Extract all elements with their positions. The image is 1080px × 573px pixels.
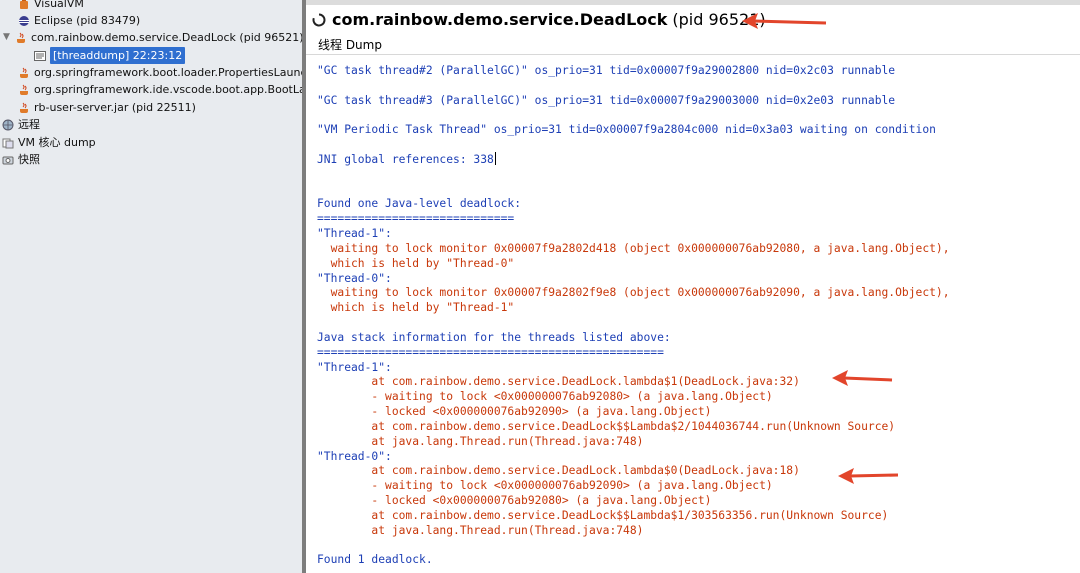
annotation-arrow-icon — [742, 13, 827, 29]
tree-item-label: 快照 — [18, 153, 40, 166]
dump-line: Found one Java-level deadlock: — [317, 197, 522, 210]
tree-item-vscode-boot[interactable]: org.springframework.ide.vscode.boot.app.… — [18, 81, 302, 98]
snapshot-icon — [2, 156, 14, 164]
dump-line: "GC task thread#3 (ParallelGC)" os_prio=… — [317, 94, 896, 107]
dump-line: "GC task thread#2 (ParallelGC)" os_prio=… — [317, 64, 896, 77]
tree-item-label: com.rainbow.demo.service.DeadLock (pid 9… — [31, 31, 302, 44]
thread-dump-text[interactable]: "GC task thread#2 (ParallelGC)" os_prio=… — [306, 56, 1080, 573]
tree-item-rb-user-server[interactable]: rb-user-server.jar (pid 22511) — [18, 99, 196, 116]
java-cup-icon — [17, 32, 25, 43]
tree-item-label: rb-user-server.jar (pid 22511) — [34, 101, 196, 114]
loading-spinner-icon — [312, 13, 326, 27]
tree-item-label: org.springframework.ide.vscode.boot.app.… — [34, 83, 302, 96]
dump-line: at java.lang.Thread.run(Thread.java:748) — [317, 435, 644, 448]
annotation-arrow-icon — [832, 370, 893, 386]
tree-item-properties-launcher[interactable]: org.springframework.boot.loader.Properti… — [18, 64, 302, 81]
tree-item-threaddump[interactable]: [threaddump] 22:23:12 — [34, 47, 186, 64]
expand-toggle-icon[interactable]: ▼ — [3, 29, 15, 46]
remote-host-icon — [2, 119, 14, 130]
dump-line: - waiting to lock <0x000000076ab92090> (… — [317, 479, 773, 492]
dump-line: at com.rainbow.demo.service.DeadLock$$La… — [317, 509, 889, 522]
dump-line: "Thread-0": — [317, 272, 392, 285]
dump-line: at com.rainbow.demo.service.DeadLock.lam… — [317, 375, 800, 388]
dump-line: waiting to lock monitor 0x00007f9a2802d4… — [317, 242, 950, 255]
dump-line: which is held by "Thread-1" — [317, 301, 515, 314]
dump-line: - locked <0x000000076ab92090> (a java.la… — [317, 405, 712, 418]
dump-line: "Thread-0": — [317, 450, 392, 463]
tree-item-label: 远程 — [18, 118, 40, 131]
eclipse-icon — [19, 15, 29, 26]
dump-line: ============================= — [317, 212, 515, 225]
tree-item-label: [threaddump] 22:23:12 — [50, 47, 186, 64]
tree-item-visualvm[interactable]: VisualVM — [18, 0, 84, 12]
thread-dump-panel: com.rainbow.demo.service.DeadLock (pid 9… — [306, 0, 1080, 573]
dump-line: "Thread-1": — [317, 361, 392, 374]
tree-item-snapshot[interactable]: 快照 — [2, 151, 40, 168]
java-cup-icon — [20, 102, 28, 113]
tree-item-label: VisualVM — [34, 0, 84, 10]
document-title: com.rainbow.demo.service.DeadLock (pid 9… — [306, 6, 766, 34]
tree-item-label: VM 核心 dump — [18, 136, 96, 149]
tree-item-eclipse[interactable]: Eclipse (pid 83479) — [18, 12, 140, 29]
dump-line: waiting to lock monitor 0x00007f9a2802f9… — [317, 286, 950, 299]
dump-line: at com.rainbow.demo.service.DeadLock$$La… — [317, 420, 896, 433]
threaddump-icon — [34, 50, 46, 61]
tab-thread-dump[interactable]: 线程 Dump — [318, 36, 382, 53]
annotation-arrow-icon — [838, 468, 899, 484]
core-dump-icon — [2, 138, 14, 148]
page-title: com.rainbow.demo.service.DeadLock — [332, 10, 668, 29]
dump-line: - locked <0x000000076ab92080> (a java.la… — [317, 494, 712, 507]
dump-line: Found 1 deadlock. — [317, 553, 433, 566]
text-cursor — [494, 152, 496, 165]
dump-line: which is held by "Thread-0" — [317, 257, 515, 270]
dump-line: "VM Periodic Task Thread" os_prio=31 tid… — [317, 123, 936, 136]
dump-line: at com.rainbow.demo.service.DeadLock.lam… — [317, 464, 800, 477]
tree-item-remote[interactable]: 远程 — [2, 116, 40, 133]
java-cup-icon — [20, 67, 28, 78]
dump-line: at java.lang.Thread.run(Thread.java:748) — [317, 524, 644, 537]
java-cup-icon — [20, 0, 28, 9]
tree-item-label: org.springframework.boot.loader.Properti… — [34, 66, 302, 79]
tree-item-label: Eclipse (pid 83479) — [34, 14, 141, 27]
java-cup-icon — [20, 84, 28, 95]
top-strip — [306, 0, 1080, 5]
dump-line-jni: JNI global references: 338 — [317, 152, 496, 167]
tree-item-vm-core-dump[interactable]: VM 核心 dump — [2, 134, 96, 151]
tree-item-deadlock-app[interactable]: ▼ com.rainbow.demo.service.DeadLock (pid… — [3, 29, 302, 46]
dump-line-text: JNI global references: 338 — [317, 153, 494, 166]
dump-line: Java stack information for the threads l… — [317, 331, 671, 344]
tab-bar: 线程 Dump — [306, 34, 1080, 55]
applications-tree-panel: VisualVM Eclipse (pid 83479) ▼ com.rainb… — [0, 0, 302, 573]
dump-line: - waiting to lock <0x000000076ab92080> (… — [317, 390, 773, 403]
dump-line: ========================================… — [317, 346, 664, 359]
dump-line: "Thread-1": — [317, 227, 392, 240]
